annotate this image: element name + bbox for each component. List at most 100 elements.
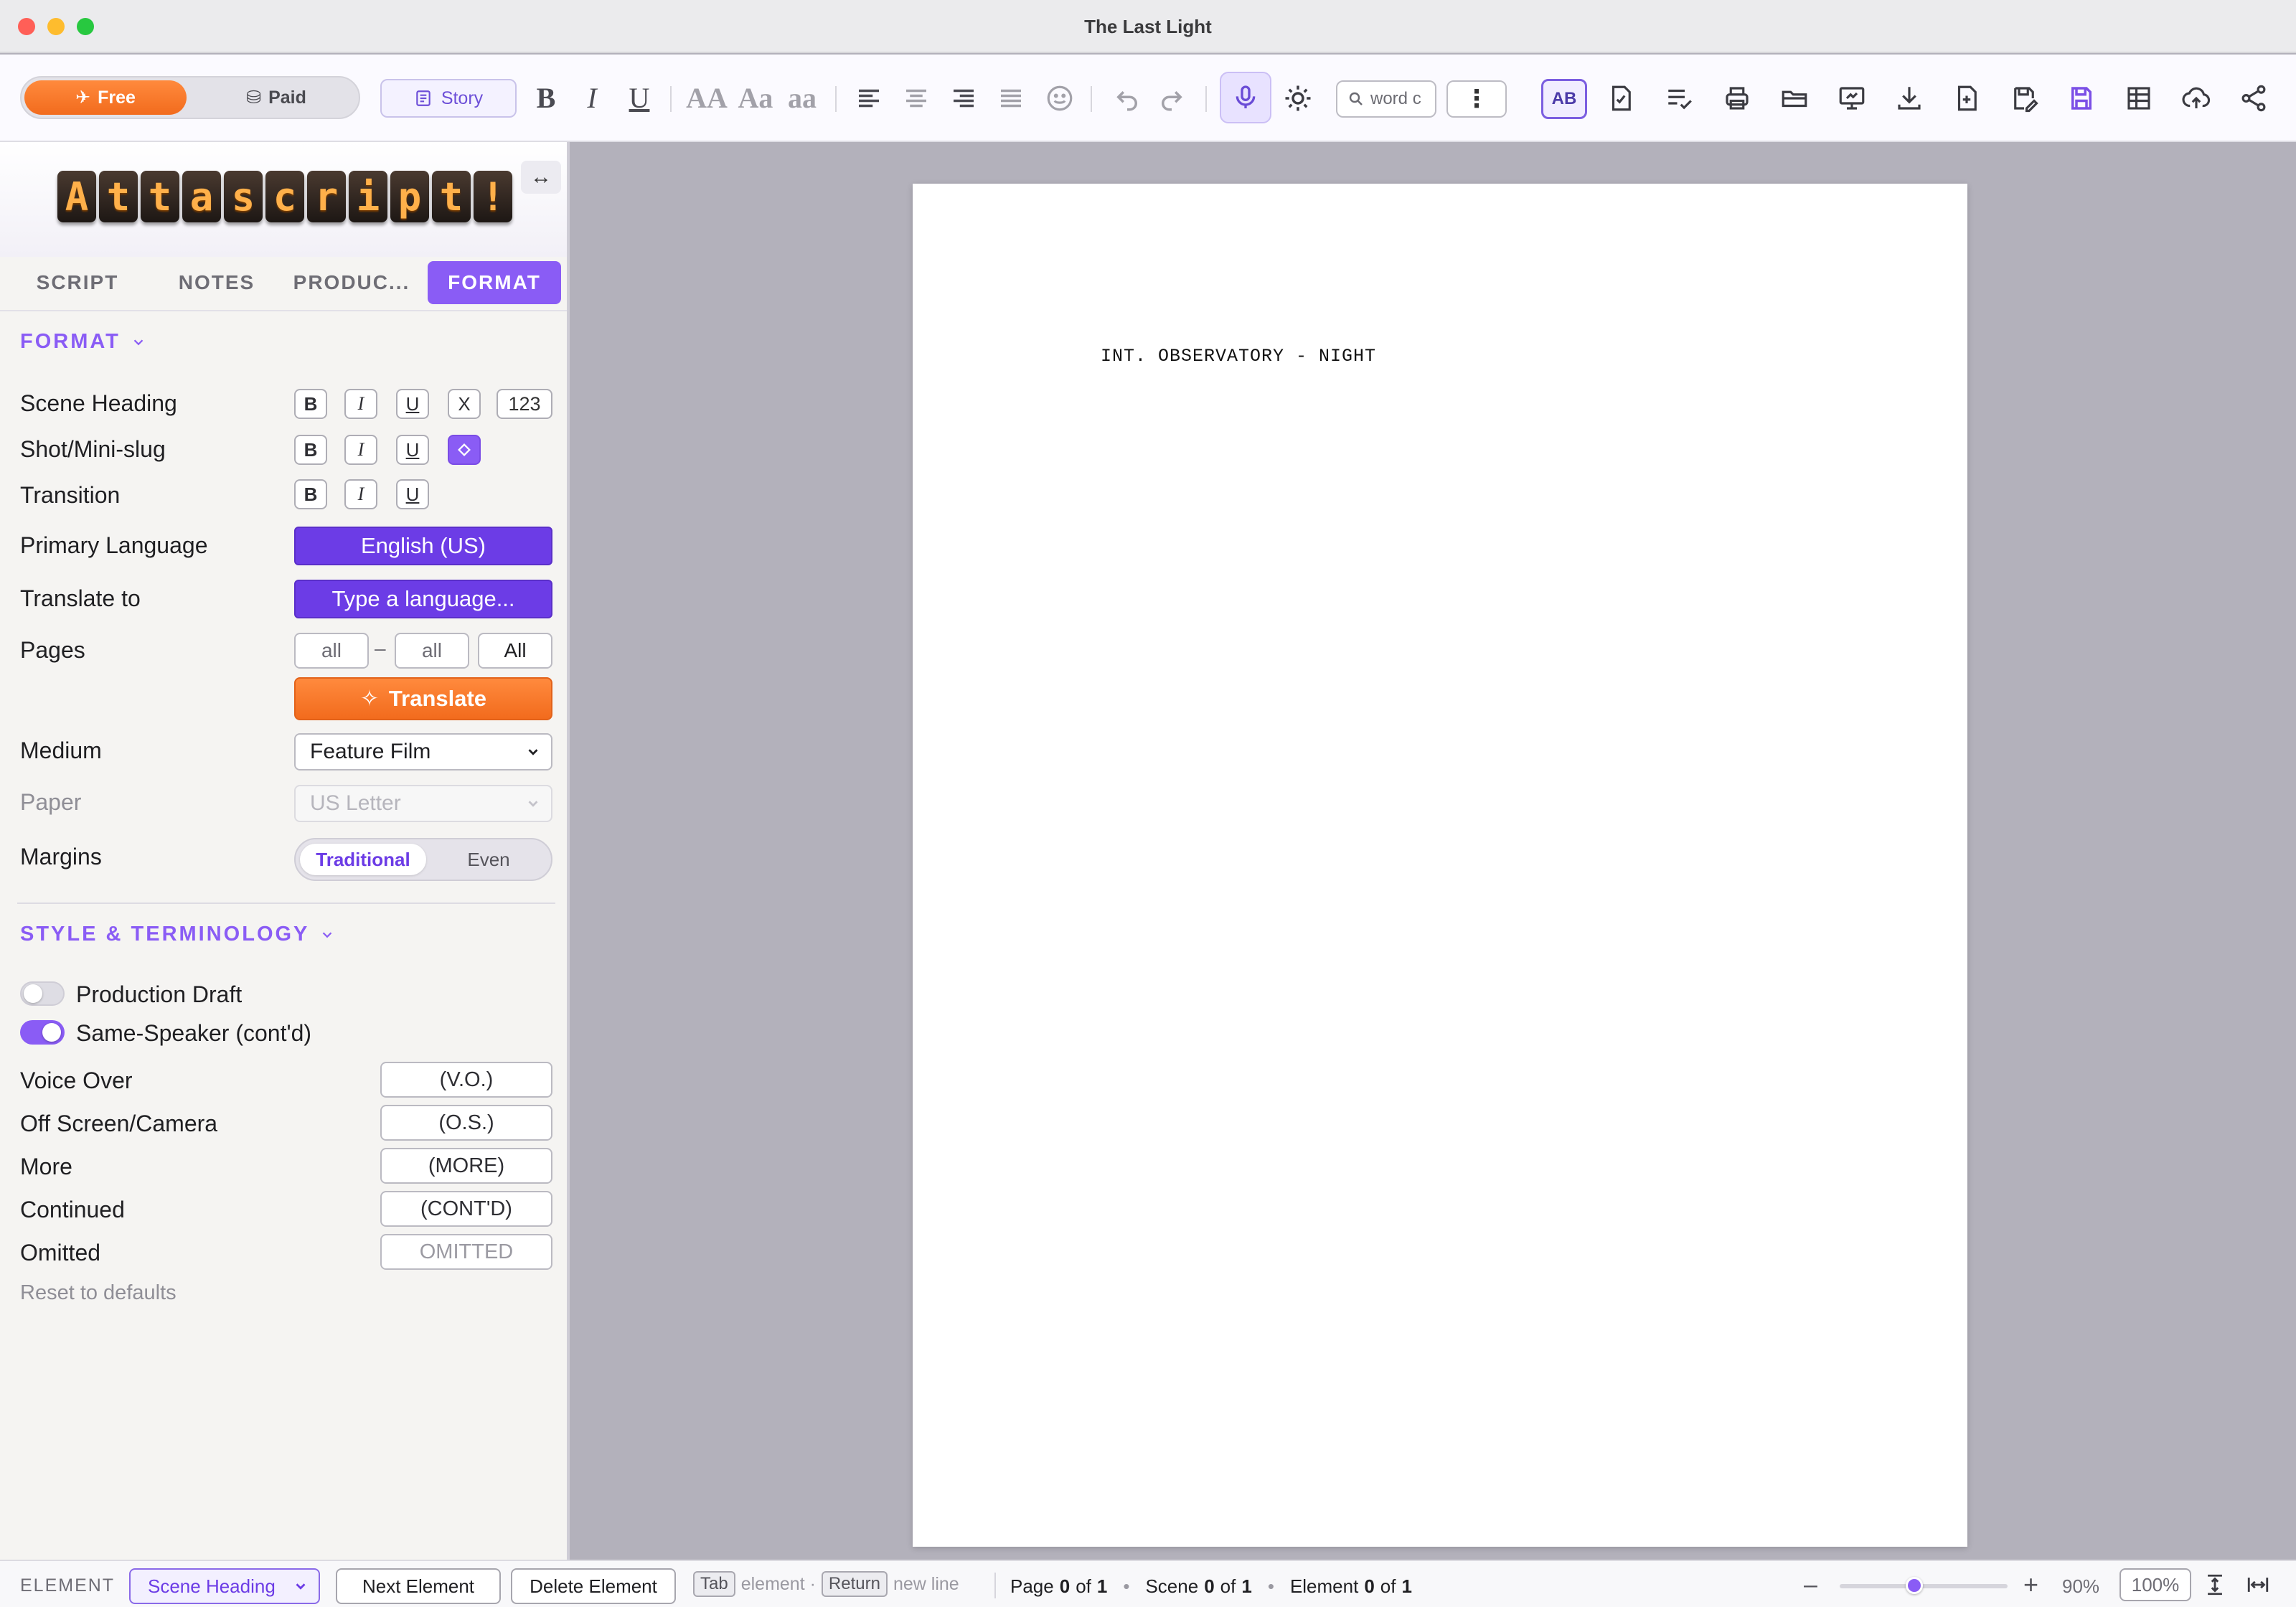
checklist-icon[interactable] — [1662, 80, 1698, 116]
scene-heading-strike-toggle[interactable]: X — [448, 389, 481, 419]
continued-input[interactable]: (CONT'D) — [380, 1191, 552, 1227]
margins-even-option[interactable]: Even — [429, 844, 548, 875]
medium-select[interactable]: Feature Film — [294, 733, 552, 770]
return-hint: new line — [893, 1573, 959, 1594]
tab-script[interactable]: SCRIPT — [16, 261, 139, 304]
resize-sidebar-button[interactable]: ↔ — [521, 161, 561, 194]
scene-current: 0 — [1204, 1575, 1215, 1597]
redo-icon[interactable] — [1154, 80, 1190, 116]
scene-heading-underline-toggle[interactable]: U — [396, 389, 429, 419]
scene-numbers-toggle[interactable]: 123 — [497, 389, 552, 419]
pages-from-input[interactable]: all — [294, 633, 369, 669]
save-icon[interactable] — [2064, 80, 2099, 116]
tab-format[interactable]: FORMAT — [428, 261, 561, 304]
margins-traditional-option[interactable]: Traditional — [300, 844, 426, 875]
titlecase-button[interactable]: Aa — [732, 76, 779, 119]
transition-italic-toggle[interactable]: I — [344, 479, 377, 509]
chevron-down-icon — [528, 749, 538, 755]
italic-button[interactable]: I — [574, 76, 610, 119]
zoom-out-button[interactable]: – — [1804, 1571, 1817, 1599]
transition-underline-toggle[interactable]: U — [396, 479, 429, 509]
status-bar: ELEMENT Scene Heading Next Element Delet… — [0, 1560, 2296, 1607]
fit-width-icon[interactable] — [2246, 1573, 2270, 1597]
sidebar-tabs: SCRIPT NOTES PRODUC... FORMAT — [0, 261, 567, 311]
pages-to-input[interactable]: all — [395, 633, 469, 669]
style-section-header[interactable]: STYLE & TERMINOLOGY — [20, 923, 335, 946]
zoom-reset-button[interactable]: 100% — [2119, 1568, 2191, 1601]
open-folder-icon[interactable] — [1777, 80, 1812, 116]
paper-select: US Letter — [294, 785, 552, 822]
table-icon[interactable] — [2121, 80, 2157, 116]
shot-underline-toggle[interactable]: U — [396, 435, 429, 465]
story-button[interactable]: Story — [380, 79, 517, 118]
delete-element-button[interactable]: Delete Element — [511, 1568, 676, 1604]
off-screen-input[interactable]: (O.S.) — [380, 1105, 552, 1141]
scene-heading-bold-toggle[interactable]: B — [294, 389, 327, 419]
plan-toggle: ✈ Free ⛁ Paid — [20, 76, 360, 119]
align-left-icon[interactable] — [851, 80, 887, 116]
tab-production[interactable]: PRODUC... — [287, 261, 416, 304]
plan-free-option[interactable]: ✈ Free — [24, 80, 187, 115]
share-icon[interactable] — [2236, 80, 2272, 116]
chevron-down-icon — [528, 801, 538, 807]
microphone-button[interactable] — [1220, 72, 1271, 123]
pages-all-button[interactable]: All — [478, 633, 552, 669]
align-justify-icon[interactable] — [993, 80, 1029, 116]
check-document-icon[interactable] — [1603, 80, 1639, 116]
presentation-icon[interactable] — [1834, 80, 1870, 116]
bold-button[interactable]: B — [528, 76, 564, 119]
scene-heading-text[interactable]: INT. OBSERVATORY - NIGHT — [1101, 346, 1376, 367]
emoji-icon[interactable] — [1042, 80, 1078, 116]
voice-over-input[interactable]: (V.O.) — [380, 1062, 552, 1098]
align-right-icon[interactable] — [946, 80, 982, 116]
same-speaker-switch[interactable] — [20, 1020, 65, 1045]
chevron-down-icon — [323, 931, 332, 938]
medium-label: Medium — [20, 737, 102, 763]
section-divider — [17, 903, 555, 904]
fit-height-icon[interactable] — [2203, 1573, 2227, 1597]
zoom-slider-handle[interactable] — [1906, 1577, 1923, 1594]
more-input[interactable]: (MORE) — [380, 1148, 552, 1184]
align-center-icon[interactable] — [898, 80, 934, 116]
scene-heading-italic-toggle[interactable]: I — [344, 389, 377, 419]
attascript-logo: At t a s c r i p t! — [57, 171, 512, 222]
logo-letter-tile: s — [224, 171, 263, 222]
logo-letter-tile: ! — [474, 171, 512, 222]
element-type-select[interactable]: Scene Heading — [129, 1568, 320, 1604]
tab-notes[interactable]: NOTES — [152, 261, 281, 304]
shot-italic-toggle[interactable]: I — [344, 435, 377, 465]
primary-language-select[interactable]: English (US) — [294, 527, 552, 565]
sun-icon[interactable] — [1280, 80, 1316, 116]
spellcheck-button[interactable]: AB — [1541, 79, 1587, 119]
pages-dash: – — [375, 637, 386, 659]
plan-paid-option[interactable]: ⛁ Paid — [201, 80, 352, 115]
logo-letter-tile: t — [99, 171, 138, 222]
omitted-input[interactable]: OMITTED — [380, 1234, 552, 1270]
format-section-header[interactable]: FORMAT — [20, 330, 146, 354]
zoom-slider[interactable] — [1840, 1584, 2008, 1588]
separator-dot: • — [1123, 1575, 1130, 1597]
undo-icon[interactable] — [1109, 80, 1145, 116]
translate-button[interactable]: ✧ Translate — [294, 677, 552, 720]
more-options-button[interactable]: ⋮ — [1446, 80, 1507, 118]
voice-over-label: Voice Over — [20, 1068, 133, 1093]
save-as-icon[interactable] — [2006, 80, 2042, 116]
transition-bold-toggle[interactable]: B — [294, 479, 327, 509]
underline-button[interactable]: U — [621, 76, 657, 119]
logo-letter-tile: t — [432, 171, 471, 222]
zoom-in-button[interactable]: + — [2023, 1570, 2038, 1600]
download-icon[interactable] — [1891, 80, 1927, 116]
reset-defaults-link[interactable]: Reset to defaults — [20, 1281, 177, 1305]
script-page[interactable]: INT. OBSERVATORY - NIGHT — [913, 184, 1967, 1547]
cloud-upload-icon[interactable] — [2178, 80, 2214, 116]
lowercase-button[interactable]: aa — [781, 76, 824, 119]
production-draft-switch[interactable] — [20, 981, 65, 1006]
search-input[interactable]: word c — [1336, 80, 1436, 118]
shot-style-toggle[interactable] — [448, 435, 481, 465]
shot-bold-toggle[interactable]: B — [294, 435, 327, 465]
next-element-button[interactable]: Next Element — [336, 1568, 501, 1604]
new-document-icon[interactable] — [1949, 80, 1985, 116]
uppercase-button[interactable]: AA — [683, 76, 730, 119]
print-icon[interactable] — [1719, 80, 1755, 116]
translate-to-input[interactable]: Type a language... — [294, 580, 552, 618]
